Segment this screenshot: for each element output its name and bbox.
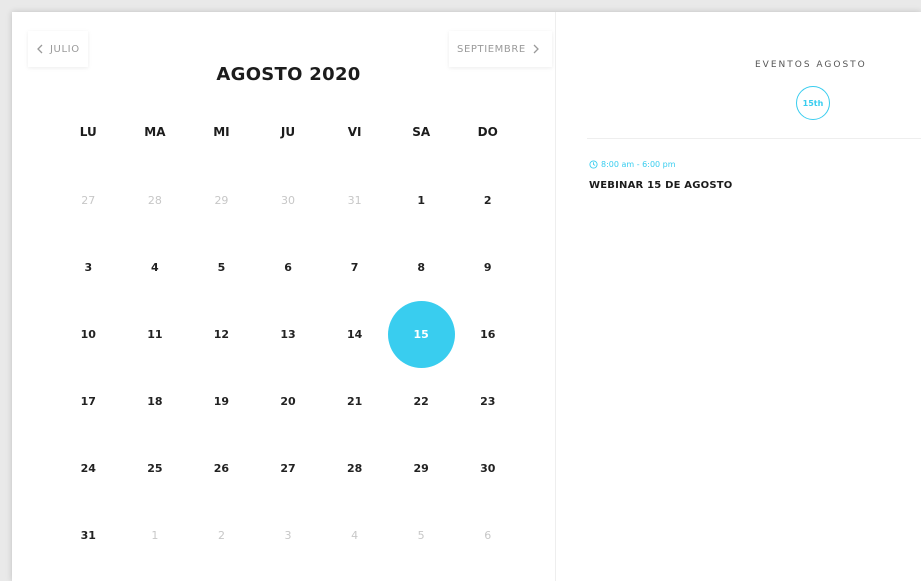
calendar-day[interactable]: 22 [388,368,455,435]
calendar-day-selected[interactable]: 15 [387,301,455,368]
weekday-label: LU [79,125,97,139]
calendar-day-outside[interactable]: 6 [454,502,521,569]
weekday-label: VI [347,125,362,139]
calendar-day-outside[interactable]: 3 [255,502,322,569]
events-heading: EVENTOS AGOSTO [755,60,867,70]
next-month-label: SEPTIEMBRE [457,43,526,55]
calendar-day[interactable]: 1 [388,167,455,234]
calendar-day[interactable]: 12 [188,301,255,368]
calendar-day[interactable]: 14 [321,301,388,368]
events-panel: EVENTOS AGOSTO 15th 8:00 am - 6:00 pm WE… [587,12,921,581]
calendar-day[interactable]: 6 [255,234,322,301]
calendar-day-outside[interactable]: 27 [55,167,122,234]
calendar-day[interactable]: 27 [255,435,322,502]
calendar-day-outside[interactable]: 28 [122,167,189,234]
day-grid: 27 28 29 30 31 1 2 3 4 5 6 7 8 9 10 11 1… [55,167,521,569]
weekday-header: LU MA MI JU VI SA DO [55,125,521,139]
divider [587,138,921,139]
calendar-day[interactable]: 18 [122,368,189,435]
chevron-left-icon [37,44,43,54]
week-row: 10 11 12 13 14 15 16 [55,301,521,368]
weekday-label: DO [477,125,498,139]
calendar-day[interactable]: 11 [122,301,189,368]
weekday-label: JU [280,125,296,139]
calendar-day-outside[interactable]: 4 [321,502,388,569]
calendar-day[interactable]: 28 [321,435,388,502]
calendar-day[interactable]: 13 [255,301,322,368]
weekday-label: MA [144,125,166,139]
calendar-day[interactable]: 8 [388,234,455,301]
weekday-label: MI [213,125,230,139]
calendar-day[interactable]: 31 [55,502,122,569]
calendar-day[interactable]: 10 [55,301,122,368]
calendar-day[interactable]: 29 [388,435,455,502]
week-row: 31 1 2 3 4 5 6 [55,502,521,569]
calendar-day[interactable]: 19 [188,368,255,435]
chevron-right-icon [533,44,539,54]
calendar-panel: JULIO SEPTIEMBRE AGOSTO 2020 LU MA MI JU… [12,12,556,581]
calendar-day-outside[interactable]: 2 [188,502,255,569]
week-row: 3 4 5 6 7 8 9 [55,234,521,301]
week-row: 24 25 26 27 28 29 30 [55,435,521,502]
event-title-link[interactable]: WEBINAR 15 DE AGOSTO [589,180,732,191]
calendar-day-outside[interactable]: 31 [321,167,388,234]
calendar-day[interactable]: 26 [188,435,255,502]
calendar-day-outside[interactable]: 30 [255,167,322,234]
calendar-day-outside[interactable]: 1 [122,502,189,569]
calendar-day[interactable]: 3 [55,234,122,301]
week-row: 27 28 29 30 31 1 2 [55,167,521,234]
event-time-text: 8:00 am - 6:00 pm [601,160,676,169]
selected-day-badge: 15th [796,86,830,120]
calendar-day[interactable]: 4 [122,234,189,301]
event-time: 8:00 am - 6:00 pm [589,160,676,169]
calendar-day-outside[interactable]: 5 [388,502,455,569]
calendar-day[interactable]: 30 [454,435,521,502]
calendar-day[interactable]: 20 [255,368,322,435]
calendar-day[interactable]: 25 [122,435,189,502]
calendar-day-outside[interactable]: 29 [188,167,255,234]
month-title: AGOSTO 2020 [216,64,361,85]
calendar-day[interactable]: 24 [55,435,122,502]
prev-month-label: JULIO [50,43,80,55]
calendar-day[interactable]: 23 [454,368,521,435]
calendar-day[interactable]: 16 [454,301,521,368]
calendar-day[interactable]: 2 [454,167,521,234]
calendar-day[interactable]: 7 [321,234,388,301]
week-row: 17 18 19 20 21 22 23 [55,368,521,435]
calendar-widget: JULIO SEPTIEMBRE AGOSTO 2020 LU MA MI JU… [12,12,921,581]
next-month-button[interactable]: SEPTIEMBRE [449,31,552,67]
calendar-day[interactable]: 9 [454,234,521,301]
prev-month-button[interactable]: JULIO [28,31,88,67]
calendar-day[interactable]: 21 [321,368,388,435]
weekday-label: SA [412,125,431,139]
calendar-day[interactable]: 17 [55,368,122,435]
calendar-day[interactable]: 5 [188,234,255,301]
clock-icon [589,160,598,169]
